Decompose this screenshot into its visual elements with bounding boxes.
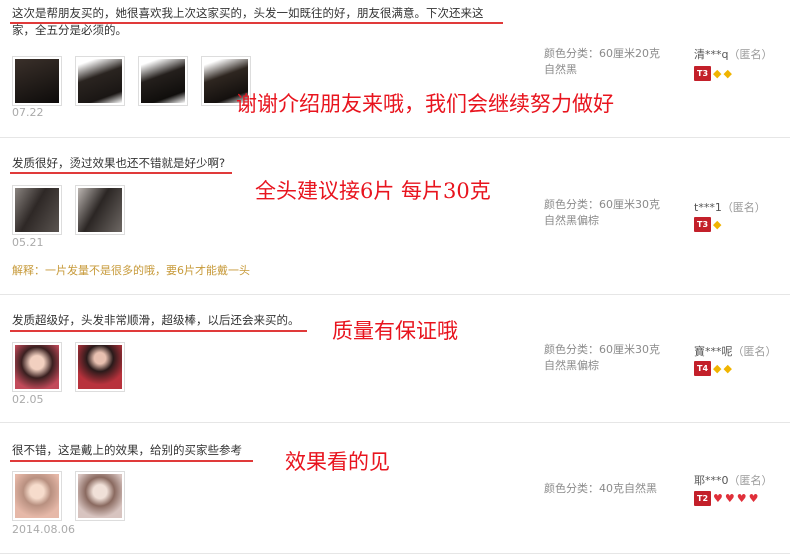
review-photo[interactable] bbox=[12, 185, 62, 235]
review-date: 2014.08.06 bbox=[12, 523, 75, 536]
review-photos bbox=[12, 185, 125, 235]
divider bbox=[0, 294, 790, 295]
review-photo[interactable] bbox=[75, 56, 125, 106]
review-photo[interactable] bbox=[138, 56, 188, 106]
sku-info: 颜色分类：60厘米20克 自然黑 bbox=[544, 47, 660, 76]
reviewer-level: T2 ♥ ♥ ♥ ♥ bbox=[694, 491, 759, 506]
sku-info: 颜色分类：60厘米30克 自然黑偏棕 bbox=[544, 198, 660, 227]
sku-info: 颜色分类：60厘米30克 自然黑偏棕 bbox=[544, 343, 660, 372]
seller-annotation: 效果看的见 bbox=[285, 450, 390, 474]
reviewer-name[interactable]: t***1（匿名） bbox=[694, 199, 766, 215]
seller-annotation: 全头建议接6片 每片30克 bbox=[255, 179, 491, 203]
review-text: 发质很好，烫过效果也还不错就是好少啊? bbox=[12, 156, 226, 170]
underline-annotation bbox=[10, 22, 503, 24]
review-photo[interactable] bbox=[12, 342, 62, 392]
review-photos bbox=[12, 342, 125, 392]
review-photo[interactable] bbox=[75, 342, 125, 392]
seller-annotation: 质量有保证哦 bbox=[332, 319, 458, 343]
reviewer-level: T4 ◆ ◆ bbox=[694, 361, 732, 376]
seller-annotation: 谢谢介绍朋友来哦，我们会继续努力做好 bbox=[236, 92, 614, 116]
review-text: 很不错，这是戴上的效果，给别的买家些参考 bbox=[12, 443, 242, 457]
review-photo[interactable] bbox=[12, 471, 62, 521]
review-photo[interactable] bbox=[75, 471, 125, 521]
underline-annotation bbox=[10, 330, 307, 332]
sku-info: 颜色分类：40克自然黑 bbox=[544, 482, 657, 495]
review-photos bbox=[12, 471, 125, 521]
level-badge: T2 bbox=[694, 491, 711, 506]
heart-icon: ♥ bbox=[748, 491, 759, 505]
level-badge: T4 bbox=[694, 361, 711, 376]
review-date: 02.05 bbox=[12, 393, 44, 406]
heart-icon: ♥ bbox=[736, 491, 747, 505]
reviewer-name[interactable]: 清***q（匿名） bbox=[694, 46, 772, 62]
review-photos bbox=[12, 56, 251, 106]
review-date: 07.22 bbox=[12, 106, 44, 119]
seller-reply: 解释：一片发量不是很多的哦，要6片才能戴一头 bbox=[12, 264, 250, 277]
reviewer-level: T3 ◆ bbox=[694, 217, 721, 232]
diamond-icon: ◆ bbox=[723, 66, 732, 80]
diamond-icon: ◆ bbox=[713, 361, 722, 375]
heart-icon: ♥ bbox=[713, 491, 723, 505]
heart-icon: ♥ bbox=[724, 491, 735, 505]
review-text: 发质超级好，头发非常顺滑，超级棒，以后还会来买的。 bbox=[12, 313, 300, 327]
reviewer-level: T3 ◆ ◆ bbox=[694, 66, 732, 81]
divider bbox=[0, 553, 790, 554]
level-badge: T3 bbox=[694, 66, 711, 81]
reviewer-name[interactable]: 耶***0（匿名） bbox=[694, 472, 773, 488]
diamond-icon: ◆ bbox=[723, 361, 732, 375]
review-photo[interactable] bbox=[75, 185, 125, 235]
reviewer-name[interactable]: 寶***呢（匿名） bbox=[694, 343, 777, 359]
level-badge: T3 bbox=[694, 217, 711, 232]
divider bbox=[0, 422, 790, 423]
diamond-icon: ◆ bbox=[713, 66, 722, 80]
review-date: 05.21 bbox=[12, 236, 44, 249]
review-photo[interactable] bbox=[12, 56, 62, 106]
underline-annotation bbox=[10, 460, 253, 462]
diamond-icon: ◆ bbox=[713, 217, 722, 231]
underline-annotation bbox=[10, 172, 232, 174]
divider bbox=[0, 137, 790, 138]
